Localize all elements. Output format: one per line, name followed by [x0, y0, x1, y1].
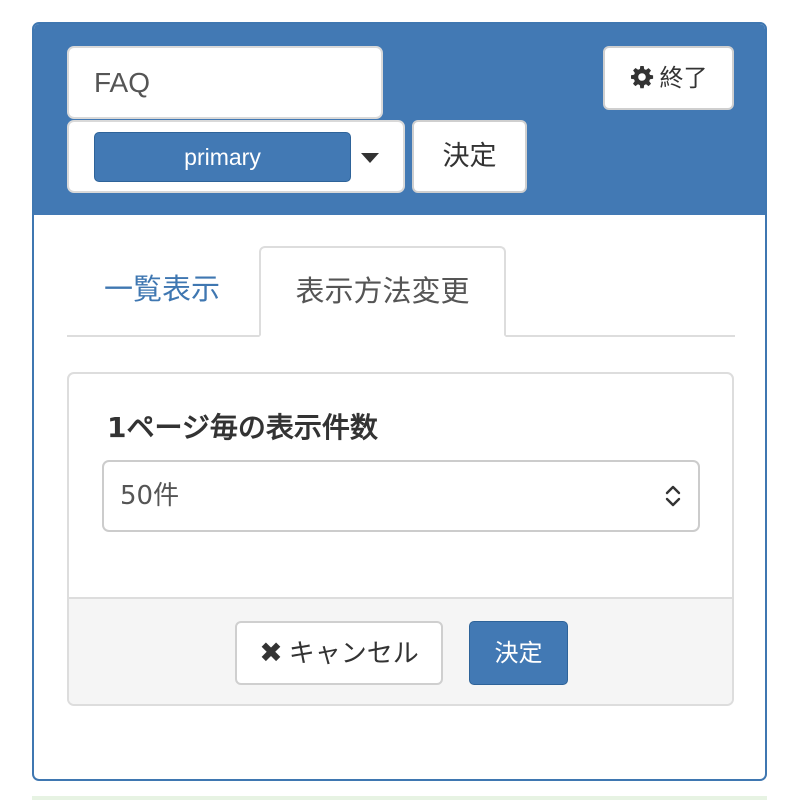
cancel-button[interactable]: ✖ キャンセル: [235, 621, 443, 685]
header-decide-button[interactable]: 決定: [412, 120, 527, 193]
frame-title-input[interactable]: FAQ: [67, 46, 383, 119]
close-icon: ✖: [259, 636, 283, 669]
per-page-label: 1ページ毎の表示件数: [107, 411, 378, 444]
tab-display-settings[interactable]: 表示方法変更: [259, 246, 506, 337]
gear-icon: [630, 66, 653, 89]
selected-style-chip: primary: [94, 132, 351, 182]
finish-label: 終了: [659, 64, 708, 92]
per-page-select[interactable]: 50件: [102, 460, 700, 532]
tab-list-view[interactable]: 一覧表示: [67, 246, 257, 337]
panel-heading: FAQ primary 決定 終了: [34, 24, 765, 215]
display-settings-card: 1ページ毎の表示件数 50件 ✖ キャンセル 決定: [67, 372, 734, 706]
frame-style-select[interactable]: primary: [67, 120, 405, 193]
up-down-chevron-icon: [665, 485, 681, 507]
frame-panel: FAQ primary 決定 終了 一覧表示 表示方法変更 1ページ毎の表示件数…: [32, 22, 767, 781]
per-page-value: 50件: [120, 481, 180, 511]
next-panel-edge: [32, 796, 767, 800]
cancel-label: キャンセル: [288, 639, 419, 669]
caret-down-icon: [361, 153, 379, 163]
card-footer: ✖ キャンセル 決定: [69, 597, 732, 704]
finish-button[interactable]: 終了: [603, 46, 734, 110]
submit-button[interactable]: 決定: [469, 621, 568, 685]
tab-bar: 一覧表示 表示方法変更: [67, 246, 735, 337]
